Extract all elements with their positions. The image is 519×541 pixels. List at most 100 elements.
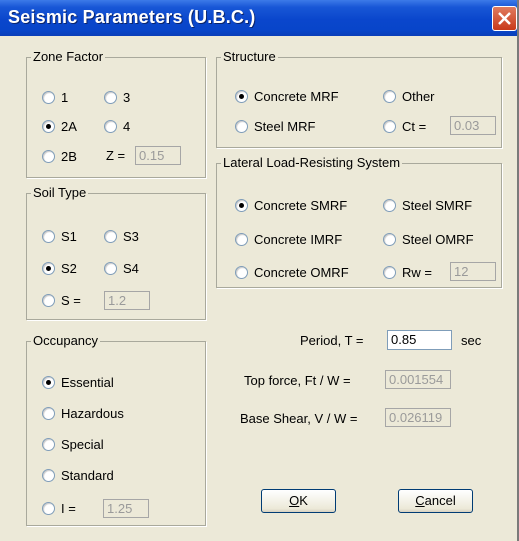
structure-legend: Structure bbox=[223, 49, 276, 64]
ok-label-rest: K bbox=[299, 493, 308, 508]
occupancy-essential-radio[interactable]: Essential bbox=[42, 374, 114, 390]
radio-label: Other bbox=[402, 88, 435, 104]
top-force-field: 0.001554 bbox=[385, 370, 451, 389]
structure-ct-radio[interactable]: Ct = bbox=[383, 118, 426, 134]
radio-label: 4 bbox=[123, 118, 131, 134]
lateral-concrete-smrf-radio[interactable]: Concrete SMRF bbox=[235, 197, 347, 213]
title-bar[interactable]: Seismic Parameters (U.B.C.) bbox=[0, 0, 517, 36]
z-label: Z = bbox=[106, 148, 126, 163]
radio-indicator bbox=[42, 501, 55, 515]
radio-indicator bbox=[42, 119, 55, 133]
radio-indicator bbox=[235, 232, 248, 246]
lateral-steel-omrf-radio[interactable]: Steel OMRF bbox=[383, 231, 474, 247]
radio-label: S = bbox=[61, 292, 81, 308]
radio-indicator bbox=[383, 89, 396, 103]
ok-button[interactable]: OK bbox=[261, 489, 336, 513]
cancel-mnemonic: C bbox=[415, 493, 425, 508]
radio-label: Rw = bbox=[402, 264, 432, 280]
period-label: Period, T = bbox=[300, 333, 364, 348]
cancel-button[interactable]: Cancel bbox=[398, 489, 473, 513]
close-icon bbox=[498, 12, 511, 25]
radio-indicator bbox=[383, 119, 396, 133]
soil-s3-radio[interactable]: S3 bbox=[104, 228, 139, 244]
rw-value-field: 12 bbox=[450, 262, 496, 281]
radio-indicator bbox=[42, 149, 55, 163]
zone-1-radio[interactable]: 1 bbox=[42, 89, 68, 105]
soil-s4-radio[interactable]: S4 bbox=[104, 260, 139, 276]
structure-steel-mrf-radio[interactable]: Steel MRF bbox=[235, 118, 315, 134]
soil-s1-radio[interactable]: S1 bbox=[42, 228, 77, 244]
radio-label: 3 bbox=[123, 89, 131, 105]
zone-2b-radio[interactable]: 2B bbox=[42, 148, 77, 164]
lateral-concrete-omrf-radio[interactable]: Concrete OMRF bbox=[235, 264, 349, 280]
soil-type-legend: Soil Type bbox=[33, 185, 87, 200]
radio-label: Special bbox=[61, 436, 104, 452]
base-shear-label: Base Shear, V / W = bbox=[240, 411, 358, 426]
close-button[interactable] bbox=[492, 6, 517, 31]
radio-indicator bbox=[235, 265, 248, 279]
lateral-concrete-imrf-radio[interactable]: Concrete IMRF bbox=[235, 231, 342, 247]
occupancy-group: Occupancy bbox=[26, 334, 206, 526]
radio-indicator bbox=[42, 406, 55, 420]
radio-indicator bbox=[104, 90, 117, 104]
radio-label: Steel SMRF bbox=[402, 197, 473, 213]
structure-concrete-mrf-radio[interactable]: Concrete MRF bbox=[235, 88, 339, 104]
radio-indicator bbox=[42, 261, 55, 275]
zone-3-radio[interactable]: 3 bbox=[104, 89, 130, 105]
occupancy-standard-radio[interactable]: Standard bbox=[42, 467, 114, 483]
radio-label: 2B bbox=[61, 148, 77, 164]
cancel-label-rest: ancel bbox=[424, 493, 456, 508]
radio-indicator bbox=[383, 232, 396, 246]
seismic-parameters-dialog: Seismic Parameters (U.B.C.) Zone Factor … bbox=[0, 0, 519, 541]
soil-s2-radio[interactable]: S2 bbox=[42, 260, 77, 276]
radio-indicator bbox=[235, 89, 248, 103]
occupancy-hazardous-radio[interactable]: Hazardous bbox=[42, 405, 124, 421]
radio-label: S1 bbox=[61, 228, 77, 244]
radio-indicator bbox=[42, 293, 55, 307]
radio-indicator bbox=[104, 261, 117, 275]
period-unit: sec bbox=[461, 333, 482, 348]
i-value-field: 1.25 bbox=[103, 499, 149, 518]
ok-mnemonic: O bbox=[289, 493, 300, 508]
zone-4-radio[interactable]: 4 bbox=[104, 118, 130, 134]
soil-custom-radio[interactable]: S = bbox=[42, 292, 81, 308]
radio-label: Concrete IMRF bbox=[254, 231, 343, 247]
radio-indicator bbox=[104, 229, 117, 243]
s-value-field: 1.2 bbox=[104, 291, 150, 310]
occupancy-custom-radio[interactable]: I = bbox=[42, 500, 76, 516]
radio-indicator bbox=[42, 468, 55, 482]
radio-label: Steel OMRF bbox=[402, 231, 474, 247]
ct-value-field: 0.03 bbox=[450, 116, 496, 135]
occupancy-legend: Occupancy bbox=[33, 333, 99, 348]
radio-indicator bbox=[42, 90, 55, 104]
radio-indicator bbox=[383, 265, 396, 279]
radio-label: Ct = bbox=[402, 118, 427, 134]
radio-label: Steel MRF bbox=[254, 118, 316, 134]
radio-label: Essential bbox=[61, 374, 114, 390]
lateral-rw-radio[interactable]: Rw = bbox=[383, 264, 432, 280]
radio-indicator bbox=[235, 119, 248, 133]
radio-label: S4 bbox=[123, 260, 139, 276]
radio-label: 2A bbox=[61, 118, 77, 134]
radio-label: S3 bbox=[123, 228, 139, 244]
radio-indicator bbox=[235, 198, 248, 212]
period-input[interactable]: 0.85 bbox=[387, 330, 452, 350]
zone-2a-radio[interactable]: 2A bbox=[42, 118, 77, 134]
radio-indicator bbox=[42, 437, 55, 451]
z-value-field: 0.15 bbox=[135, 146, 181, 165]
radio-label: Concrete OMRF bbox=[254, 264, 349, 280]
structure-other-radio[interactable]: Other bbox=[383, 88, 435, 104]
radio-indicator bbox=[104, 119, 117, 133]
radio-indicator bbox=[42, 229, 55, 243]
radio-indicator bbox=[42, 375, 55, 389]
zone-factor-legend: Zone Factor bbox=[33, 49, 104, 64]
occupancy-special-radio[interactable]: Special bbox=[42, 436, 104, 452]
window-title: Seismic Parameters (U.B.C.) bbox=[8, 7, 256, 27]
radio-label: Hazardous bbox=[61, 405, 124, 421]
top-force-label: Top force, Ft / W = bbox=[244, 373, 351, 388]
radio-label: I = bbox=[61, 500, 76, 516]
lateral-steel-smrf-radio[interactable]: Steel SMRF bbox=[383, 197, 472, 213]
lateral-load-legend: Lateral Load-Resisting System bbox=[223, 155, 401, 170]
radio-label: Standard bbox=[61, 467, 114, 483]
base-shear-field: 0.026119 bbox=[385, 408, 451, 427]
